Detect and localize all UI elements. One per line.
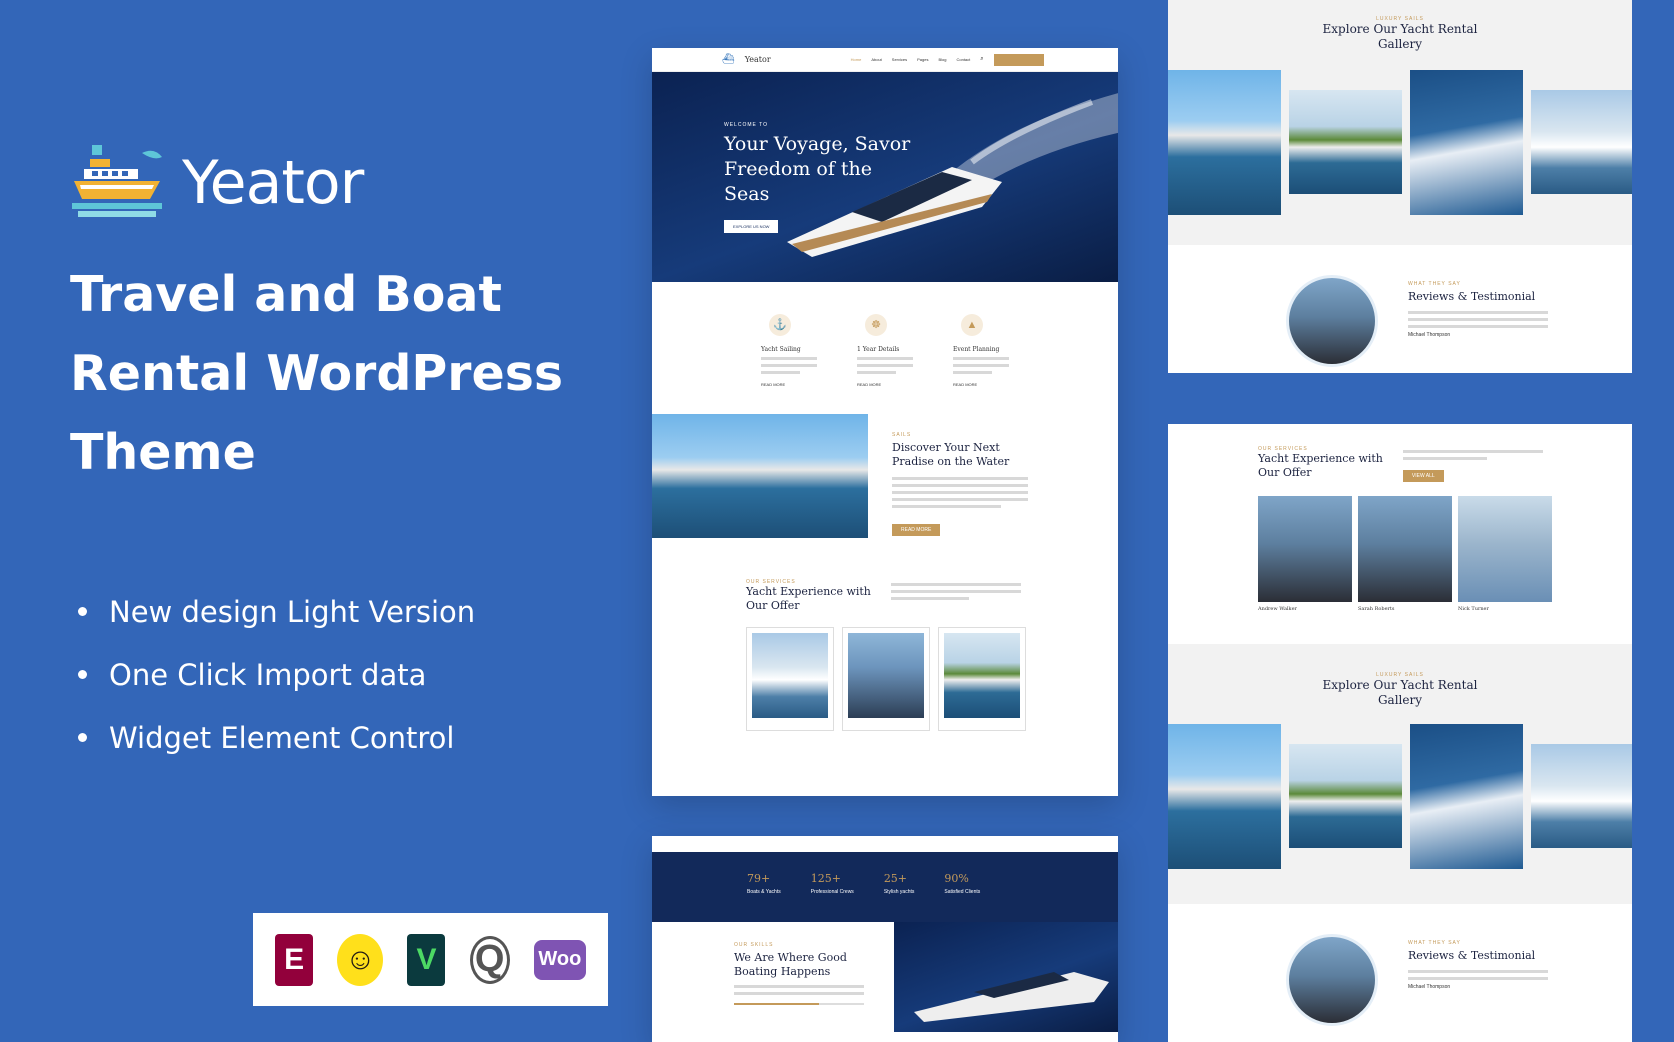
feature-item: One Click Import data xyxy=(78,643,475,706)
sailing-icon: ⚓ xyxy=(769,314,791,336)
team-member[interactable]: Nick Turner xyxy=(1458,496,1552,612)
plugin-bar: E ☺ V Q Woo xyxy=(253,913,608,1006)
offer-image xyxy=(848,633,924,718)
team-photo xyxy=(1458,496,1552,602)
preview-gallery-page: LUXURY SAILS Explore Our Yacht Rental Ga… xyxy=(1168,0,1632,373)
offer-image xyxy=(752,633,828,718)
woocommerce-icon: Woo xyxy=(533,939,586,980)
event-icon: ▲ xyxy=(961,314,983,336)
elementor-icon: E xyxy=(275,933,314,986)
preview-stats-page: 79+ Boats & Yachts 125+ Professional Crews… xyxy=(652,836,1118,1042)
gallery-image[interactable] xyxy=(1168,724,1281,869)
gallery-image[interactable] xyxy=(1531,90,1632,194)
preview-logo-icon: ⛴ xyxy=(722,54,735,65)
service-card: ⚓ Yacht Sailing READ MORE xyxy=(761,314,817,414)
bullet-icon xyxy=(78,607,87,616)
stats-band: 79+ Boats & Yachts 125+ Professional Crews… xyxy=(652,852,1118,932)
gallery-image[interactable] xyxy=(1410,724,1523,869)
reviewer-avatar xyxy=(1286,934,1378,1026)
preview-hero-button[interactable]: EXPLORE US NOW xyxy=(724,220,779,233)
view-all-button[interactable]: VIEW ALL xyxy=(1402,470,1444,482)
preview-offer: OUR SERVICES Yacht Experience with Our O… xyxy=(652,569,1118,731)
yacht-logo-icon xyxy=(72,145,162,217)
brand-logo: Yeator xyxy=(70,145,364,221)
yacht-photo xyxy=(914,972,1109,1022)
visual-composer-icon: V xyxy=(407,933,446,986)
preview-nav-item: Services xyxy=(891,57,908,62)
gallery-image[interactable] xyxy=(1289,744,1402,848)
preview-nav-item: Pages xyxy=(917,57,929,62)
service-card: ☸ 1 Year Details READ MORE xyxy=(857,314,913,414)
reviewer-avatar xyxy=(1286,275,1378,367)
gallery-image[interactable] xyxy=(1531,744,1632,848)
team-member[interactable]: Andrew Walker xyxy=(1258,496,1352,612)
offer-card[interactable] xyxy=(938,627,1026,731)
preview-hero-title: Your Voyage, Savor Freedom of the Seas xyxy=(724,133,911,205)
preview-discover: SAILS Discover Your Next Pradise on the … xyxy=(652,414,1118,569)
preview-nav-item: Home xyxy=(850,57,862,62)
preview-discover-button[interactable]: READ MORE xyxy=(892,524,941,536)
preview-logo: Yeator xyxy=(744,55,771,64)
feature-item: Widget Element Control xyxy=(78,706,475,769)
team-member[interactable]: Sarah Roberts xyxy=(1358,496,1452,612)
team-photo xyxy=(1358,496,1452,602)
yacht-image xyxy=(894,922,1118,1032)
bullet-icon xyxy=(78,670,87,679)
preview-discover-title: Discover Your Next Pradise on the Water xyxy=(892,441,1010,468)
marina-yacht-image xyxy=(652,414,868,538)
team-photo xyxy=(1258,496,1352,602)
feature-item: New design Light Version xyxy=(78,580,475,643)
preview-nav-item: Blog xyxy=(938,57,947,62)
mailchimp-icon: ☺ xyxy=(337,933,384,986)
preview-homepage: ⛴ Yeator Home About Services Pages Blog … xyxy=(652,48,1118,796)
headline-line: Travel and Boat xyxy=(70,266,502,323)
gallery-image[interactable] xyxy=(1410,70,1523,215)
quform-icon: Q xyxy=(469,935,510,984)
offer-card[interactable] xyxy=(842,627,930,731)
preview-nav-item: Contact xyxy=(956,57,971,62)
preview-nav-button xyxy=(993,53,1044,66)
feature-list: New design Light Version One Click Impor… xyxy=(78,580,475,769)
offer-card[interactable] xyxy=(746,627,834,731)
headline-line: Theme xyxy=(70,424,256,481)
gallery-image[interactable] xyxy=(1168,70,1281,215)
preview-services: ⚓ Yacht Sailing READ MORE ☸ 1 Year Detai… xyxy=(652,282,1118,414)
gallery-image[interactable] xyxy=(1289,90,1402,194)
offer-image xyxy=(944,633,1020,718)
service-card: ▲ Event Planning READ MORE xyxy=(953,314,1009,414)
bullet-icon xyxy=(78,733,87,742)
preview-nav-item: About xyxy=(871,57,882,62)
ship-wheel-icon: ☸ xyxy=(865,314,887,336)
preview-hero-eyebrow: WELCOME TO xyxy=(724,122,768,128)
skill-progress-bar xyxy=(734,1003,864,1005)
preview-navbar: ⛴ Yeator Home About Services Pages Blog … xyxy=(652,48,1118,72)
headline-line: Rental WordPress xyxy=(70,345,564,402)
preview-hero: WELCOME TO Your Voyage, Savor Freedom of… xyxy=(652,72,1118,282)
search-icon: ⌕ xyxy=(980,56,984,62)
headline: Travel and Boat Rental WordPress Theme xyxy=(70,255,590,492)
brand-name: Yeator xyxy=(182,148,364,218)
preview-team-page: OUR SERVICES Yacht Experience with Our O… xyxy=(1168,424,1632,1042)
